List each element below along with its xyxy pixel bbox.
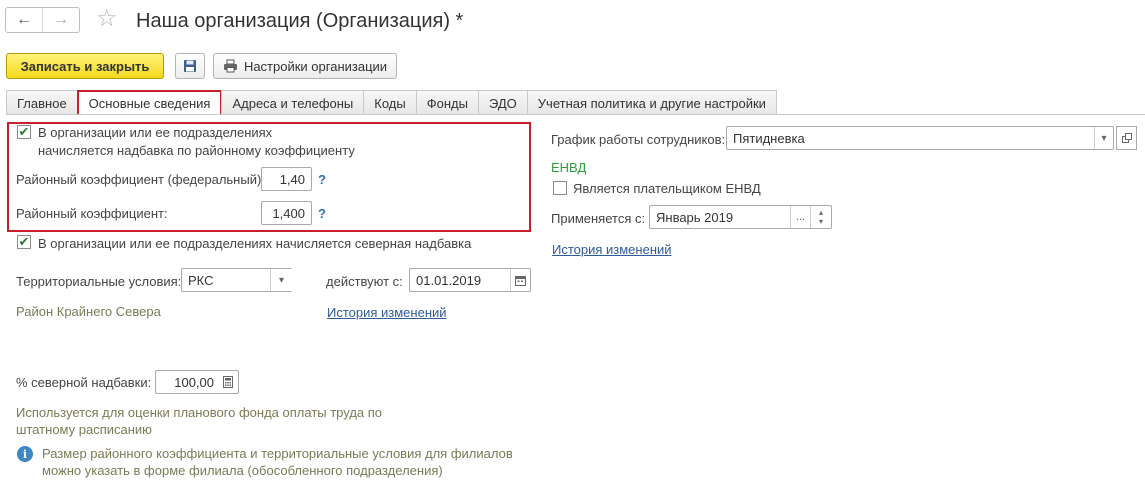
- back-button[interactable]: ←: [6, 8, 42, 32]
- organization-settings-label: Настройки организации: [243, 58, 388, 74]
- applies-from-value: Январь 2019: [656, 209, 734, 225]
- territory-conditions-label: Территориальные условия:: [16, 274, 182, 289]
- regional-allowance-checkbox[interactable]: ✔: [17, 125, 31, 139]
- envd-heading: ЕНВД: [551, 160, 587, 175]
- tab-main[interactable]: Главное: [6, 90, 78, 115]
- federal-coefficient-help-icon[interactable]: ?: [318, 172, 326, 187]
- tab-basic-info[interactable]: Основные сведения: [76, 90, 223, 115]
- regional-allowance-label-1: В организации или ее подразделениях: [38, 125, 273, 140]
- territory-conditions-value: РКС: [188, 272, 214, 288]
- tab-edo[interactable]: ЭДО: [477, 90, 528, 115]
- save-button[interactable]: [175, 53, 205, 79]
- calculator-button[interactable]: [218, 371, 238, 393]
- work-schedule-select[interactable]: Пятидневка: [726, 126, 1114, 150]
- branch-info-line-1: Размер районного коэффициента и территор…: [42, 446, 513, 461]
- applies-from-label: Применяется с:: [551, 211, 646, 226]
- envd-payer-checkbox[interactable]: [553, 181, 567, 195]
- calculator-icon: [223, 376, 233, 388]
- spin-down-icon[interactable]: ▾: [819, 217, 823, 226]
- chevron-down-icon: ▾: [278, 274, 285, 286]
- envd-history-link[interactable]: История изменений: [552, 242, 672, 257]
- northern-percent-label: % северной надбавки:: [16, 375, 152, 390]
- applies-from-spinner[interactable]: ▴ ▾: [810, 206, 831, 228]
- spin-up-icon[interactable]: ▴: [819, 208, 823, 217]
- star-icon[interactable]: ☆: [96, 6, 118, 32]
- applies-from-select-button[interactable]: ...: [790, 206, 810, 228]
- coefficient-input[interactable]: 1,400: [261, 201, 312, 225]
- territory-dropdown-button[interactable]: ▾: [270, 269, 292, 291]
- calendar-icon: [515, 275, 526, 286]
- coefficient-label: Районный коэффициент:: [16, 206, 168, 221]
- organization-settings-button[interactable]: Настройки организации: [213, 53, 397, 79]
- chevron-down-icon: ▾: [1101, 132, 1107, 144]
- valid-from-label: действуют с:: [326, 274, 403, 289]
- info-icon: i: [17, 446, 33, 462]
- work-schedule-label: График работы сотрудников:: [551, 132, 726, 147]
- tab-codes[interactable]: Коды: [363, 90, 417, 115]
- branch-info-line-2: можно указать в форме филиала (обособлен…: [42, 463, 443, 478]
- calendar-button[interactable]: [510, 269, 530, 291]
- coefficient-help-icon[interactable]: ?: [318, 206, 326, 221]
- work-schedule-open-button[interactable]: [1116, 126, 1137, 150]
- arrow-left-icon: ←: [16, 11, 32, 28]
- tab-divider: [6, 114, 1145, 115]
- open-window-icon: [1121, 133, 1132, 143]
- floppy-disk-icon: [184, 60, 196, 72]
- regional-allowance-label-2: начисляется надбавка по районному коэффи…: [38, 143, 355, 158]
- northern-percent-value: 100,00: [174, 374, 214, 390]
- northern-history-link[interactable]: История изменений: [327, 305, 447, 320]
- northern-allowance-label: В организации или ее подразделениях начи…: [38, 236, 472, 251]
- save-and-close-button[interactable]: Записать и закрыть: [6, 53, 164, 79]
- arrow-right-icon: →: [53, 11, 69, 28]
- territory-hint: Район Крайнего Севера: [16, 304, 161, 319]
- tab-accounting-policy[interactable]: Учетная политика и другие настройки: [526, 90, 777, 115]
- federal-coefficient-input[interactable]: 1,40: [261, 167, 312, 191]
- envd-payer-label: Является плательщиком ЕНВД: [573, 181, 761, 196]
- printer-icon: [223, 59, 237, 73]
- ellipsis-icon: ...: [795, 211, 806, 223]
- usage-note-line-1: Используется для оценки планового фонда …: [16, 405, 383, 420]
- navigation-buttons: ← →: [5, 7, 80, 33]
- federal-coefficient-label: Районный коэффициент (федеральный):: [16, 172, 265, 187]
- tab-funds[interactable]: Фонды: [415, 90, 479, 115]
- work-schedule-dropdown-button[interactable]: ▾: [1094, 127, 1113, 149]
- forward-button[interactable]: →: [42, 8, 79, 32]
- page-title: Наша организация (Организация) *: [136, 10, 464, 32]
- northern-allowance-checkbox[interactable]: ✔: [17, 235, 31, 249]
- work-schedule-value: Пятидневка: [733, 130, 805, 146]
- valid-from-value: 01.01.2019: [416, 272, 482, 288]
- tab-addresses-phones[interactable]: Адреса и телефоны: [221, 90, 365, 115]
- usage-note-line-2: штатному расписанию: [16, 422, 152, 437]
- tab-bar: Главное Основные сведения Адреса и телеф…: [6, 90, 777, 115]
